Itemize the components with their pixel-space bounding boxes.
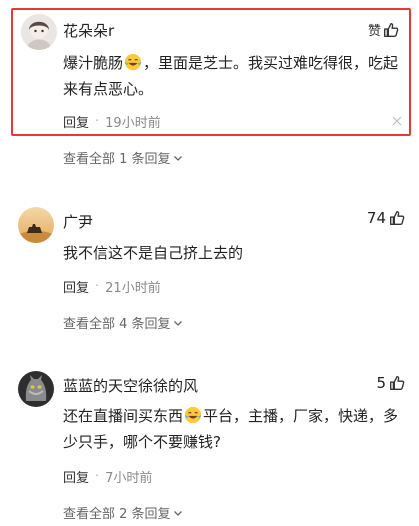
- chevron-down-icon: [171, 508, 183, 518]
- like-count: 5: [376, 374, 386, 392]
- laughing-tears-emoji: [124, 53, 142, 71]
- close-icon[interactable]: [392, 116, 402, 126]
- thumbs-up-icon: [388, 374, 406, 392]
- separator-dot: ·: [95, 469, 100, 484]
- view-all-label: 查看全部 1 条回复: [63, 152, 171, 167]
- avatar[interactable]: [18, 371, 54, 407]
- username[interactable]: 蓝蓝的天空徐徐的风: [63, 375, 198, 396]
- comment-meta: 回复 · 19小时前: [63, 112, 161, 131]
- reply-button[interactable]: 回复: [63, 112, 89, 131]
- chevron-down-icon: [171, 153, 183, 163]
- username[interactable]: 广尹: [63, 211, 93, 232]
- comment-text: 我不信这不是自己挤上去的: [63, 244, 244, 262]
- view-all-replies[interactable]: 查看全部 1 条回复: [63, 148, 183, 167]
- like-button[interactable]: 74: [367, 209, 406, 227]
- comment-meta: 回复 · 7小时前: [63, 467, 152, 486]
- view-all-replies[interactable]: 查看全部 2 条回复: [63, 503, 183, 522]
- comment-text: 爆汁脆肠 ，里面是芝士。我买过难吃得很，吃起来有点恶心。: [63, 53, 399, 98]
- reply-button[interactable]: 回复: [63, 277, 89, 296]
- separator-dot: ·: [95, 114, 100, 129]
- thumbs-up-icon: [382, 21, 400, 39]
- like-button[interactable]: 赞: [368, 20, 400, 39]
- laughing-tears-emoji: [184, 406, 202, 424]
- comment-text: 还在直播间买东西 平台，主播，厂家，快递，多少只手，哪个不要赚钱?: [63, 406, 399, 451]
- like-count: 74: [366, 209, 386, 227]
- like-button[interactable]: 5: [376, 374, 406, 392]
- like-label: 赞: [367, 24, 381, 39]
- thumbs-up-icon: [388, 209, 406, 227]
- timestamp: 7小时前: [105, 471, 153, 486]
- timestamp: 19小时前: [105, 116, 161, 131]
- separator-dot: ·: [95, 279, 100, 294]
- chevron-down-icon: [171, 318, 183, 328]
- comment-meta: 回复 · 21小时前: [63, 277, 161, 296]
- view-all-label: 查看全部 2 条回复: [63, 507, 171, 522]
- username[interactable]: 花朵朵r: [63, 20, 114, 41]
- avatar[interactable]: [21, 14, 57, 50]
- view-all-replies[interactable]: 查看全部 4 条回复: [63, 313, 183, 332]
- reply-button[interactable]: 回复: [63, 467, 89, 486]
- view-all-label: 查看全部 4 条回复: [63, 317, 171, 332]
- timestamp: 21小时前: [105, 281, 161, 296]
- avatar[interactable]: [18, 207, 54, 243]
